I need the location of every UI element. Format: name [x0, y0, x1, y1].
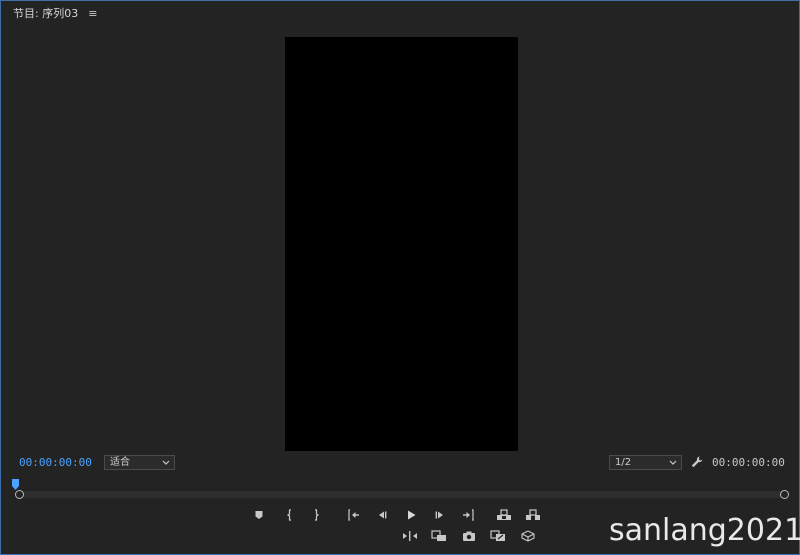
go-to-out-icon	[463, 509, 474, 521]
mark-in-icon	[286, 509, 291, 521]
play-icon	[408, 510, 416, 520]
go-to-in-icon	[348, 509, 359, 521]
extract-button[interactable]	[524, 508, 542, 522]
lift-button[interactable]	[495, 508, 513, 522]
current-timecode[interactable]: 00:00:00:00	[19, 456, 92, 470]
comparison-view-button[interactable]	[489, 529, 507, 543]
watermark-text: sanlang2021	[609, 513, 800, 548]
vr-icon	[521, 530, 535, 542]
panel-header: 节目: 序列03 ≡	[13, 7, 97, 21]
overwrite-button[interactable]	[430, 529, 448, 543]
step-back-button[interactable]	[373, 508, 391, 522]
mark-out-button[interactable]	[307, 508, 325, 522]
insert-icon	[403, 531, 417, 541]
camera-icon	[463, 531, 475, 541]
step-back-icon	[379, 511, 387, 519]
export-frame-button[interactable]	[460, 529, 478, 543]
insert-button[interactable]	[401, 529, 419, 543]
play-button[interactable]	[402, 508, 420, 522]
add-marker-button[interactable]	[250, 508, 268, 522]
zoom-scroll-start-handle[interactable]	[15, 490, 24, 499]
program-viewer[interactable]	[285, 37, 518, 451]
overwrite-icon	[431, 530, 446, 541]
chevron-down-icon	[669, 460, 677, 465]
wrench-icon[interactable]	[690, 455, 704, 469]
duration-timecode: 00:00:00:00	[712, 456, 785, 469]
go-to-in-button[interactable]	[345, 508, 363, 522]
playhead-handle[interactable]	[12, 479, 19, 490]
zoom-level-select[interactable]: 适合	[104, 455, 175, 470]
comparison-icon	[490, 530, 505, 541]
step-forward-button[interactable]	[431, 508, 449, 522]
zoom-scroll-end-handle[interactable]	[780, 490, 789, 499]
mark-out-icon	[315, 509, 320, 521]
lift-icon	[497, 509, 511, 520]
time-ruler-track[interactable]	[18, 491, 784, 498]
marker-icon	[255, 511, 263, 519]
playback-resolution-value: 1/2	[615, 457, 632, 468]
chevron-down-icon	[162, 460, 170, 465]
extract-icon	[526, 509, 540, 520]
zoom-level-value: 适合	[110, 457, 130, 468]
playback-resolution-select[interactable]: 1/2	[609, 455, 682, 470]
mark-in-button[interactable]	[281, 508, 299, 522]
panel-title[interactable]: 节目: 序列03	[13, 7, 78, 21]
vr-video-button[interactable]	[519, 529, 537, 543]
step-forward-icon	[435, 511, 443, 519]
go-to-out-button[interactable]	[459, 508, 477, 522]
hamburger-menu-icon[interactable]: ≡	[88, 7, 97, 21]
program-monitor-panel: 节目: 序列03 ≡ 00:00:00:00 适合 1/2 00:00:00:0…	[0, 0, 800, 555]
